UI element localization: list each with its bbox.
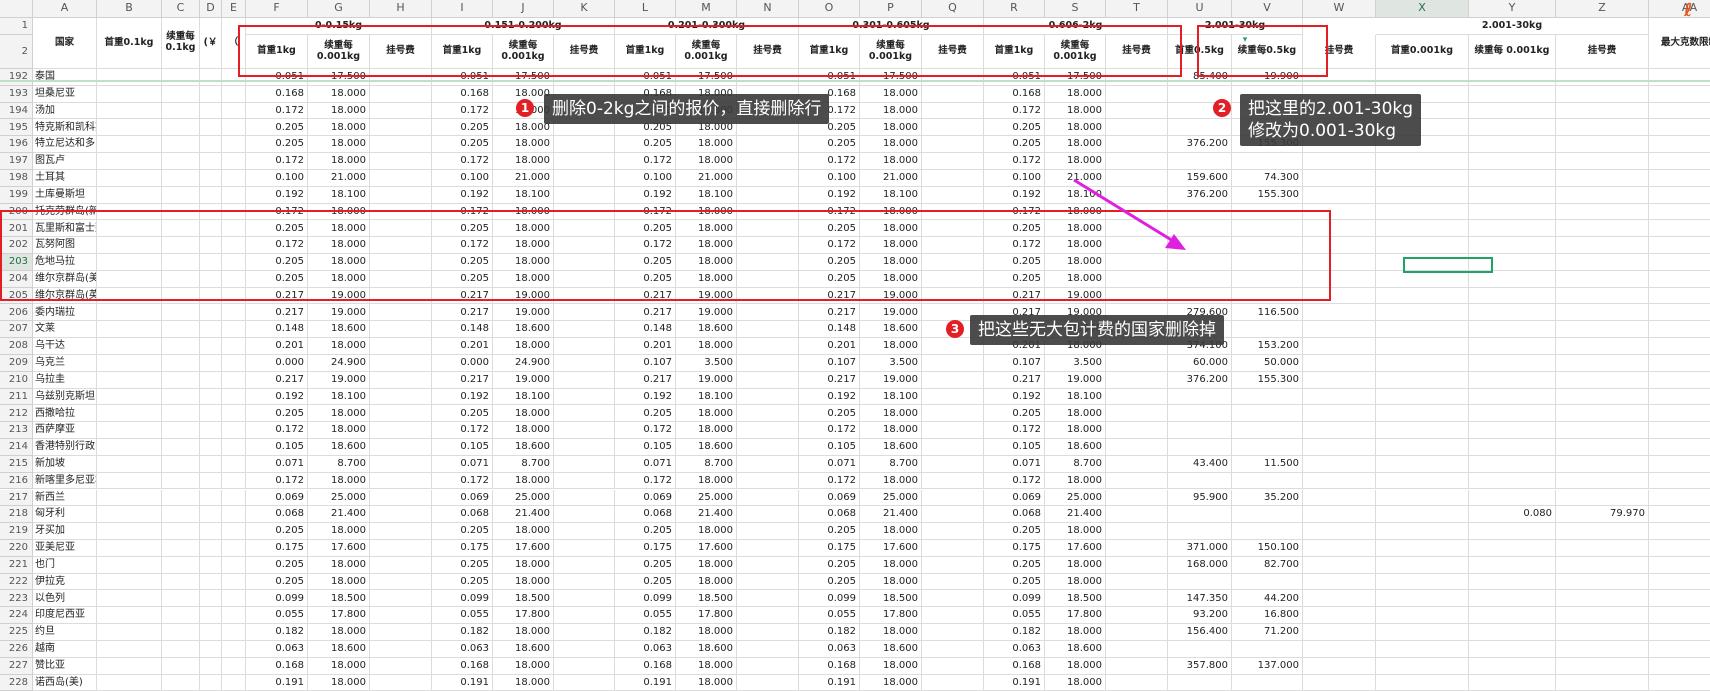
step-3-badge: 3 (946, 320, 964, 338)
step-3-note: 把这些无大包计费的国家删除掉 (970, 315, 1224, 346)
filter-dropdown-icon[interactable]: ▾ (1238, 34, 1252, 46)
step-1-note: 删除0-2kg之间的报价，直接删除行 (544, 94, 830, 125)
step-2-note: 把这里的2.001-30kg 修改为0.001-30kg (1240, 94, 1422, 147)
selected-cell[interactable] (1403, 257, 1493, 273)
step-2-badge: 2 (1213, 99, 1231, 117)
annotation-arrow (1073, 178, 1186, 250)
app-logo-icon: ℓ (1684, 0, 1693, 21)
step-1-badge: 1 (516, 99, 534, 117)
